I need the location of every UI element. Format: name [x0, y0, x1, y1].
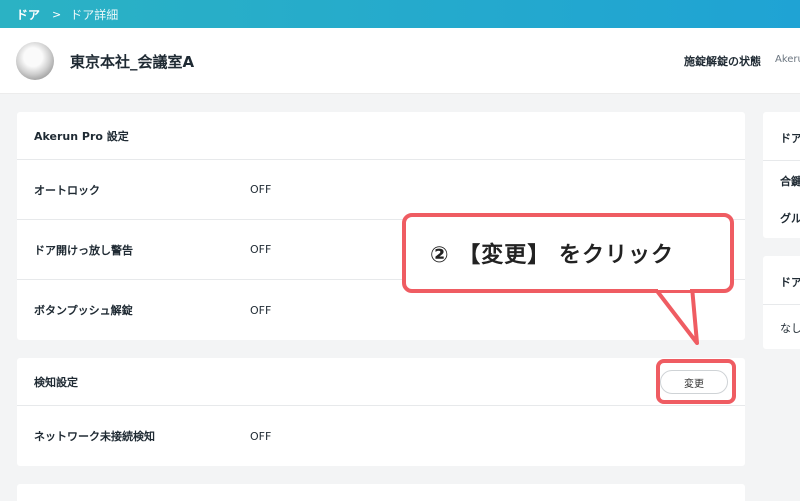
lock-state-value: Akerun [775, 54, 800, 65]
detect-settings-title: 検知設定 [34, 375, 78, 389]
side-card-title: ドア [780, 276, 800, 289]
setting-row-autolock: オートロック OFF [17, 160, 745, 220]
side-item-key[interactable]: 合鍵 [780, 173, 800, 189]
breadcrumb-current: ドア詳細 [70, 7, 119, 22]
top-breadcrumb-bar: ドア > ドア詳細 [0, 0, 800, 28]
setting-value: OFF [250, 303, 272, 317]
next-card [17, 484, 745, 501]
door-avatar [16, 42, 54, 80]
door-header: 東京本社_会議室A 施錠解錠の状態 Akerun [0, 28, 800, 94]
setting-value: OFF [250, 243, 272, 256]
detect-settings-header: 検知設定 変更 [17, 358, 745, 406]
lock-state-label: 施錠解錠の状態 [684, 55, 761, 68]
breadcrumb-door-link[interactable]: ドア [16, 6, 40, 23]
setting-value: OFF [250, 183, 272, 196]
side-card-door-2: ドア なし [763, 256, 800, 349]
setting-row-network-detect: ネットワーク未接続検知 OFF [17, 406, 745, 466]
page-title: 東京本社_会議室A [70, 53, 195, 71]
setting-value: OFF [250, 429, 272, 443]
setting-label: オートロック [34, 183, 100, 197]
side-card-door: ドア 合鍵 グル [763, 112, 800, 238]
pro-settings-title: Akerun Pro 設定 [17, 112, 745, 160]
setting-label: ボタンプッシュ解錠 [34, 304, 133, 317]
side-divider [763, 304, 800, 305]
side-value-none: なし [780, 322, 800, 335]
side-divider [763, 160, 800, 161]
change-button-highlight [656, 359, 736, 404]
instruction-text: ② 【変更】 をクリック [430, 243, 674, 268]
detect-settings-card: 検知設定 変更 ネットワーク未接続検知 OFF [17, 358, 745, 466]
setting-label: ネットワーク未接続検知 [34, 430, 155, 443]
side-item-group[interactable]: グル [780, 210, 800, 226]
breadcrumb-separator: > [52, 7, 62, 21]
instruction-callout: ② 【変更】 をクリック [402, 213, 734, 293]
side-card-title: ドア [780, 132, 800, 145]
setting-label: ドア開けっ放し警告 [34, 243, 133, 257]
